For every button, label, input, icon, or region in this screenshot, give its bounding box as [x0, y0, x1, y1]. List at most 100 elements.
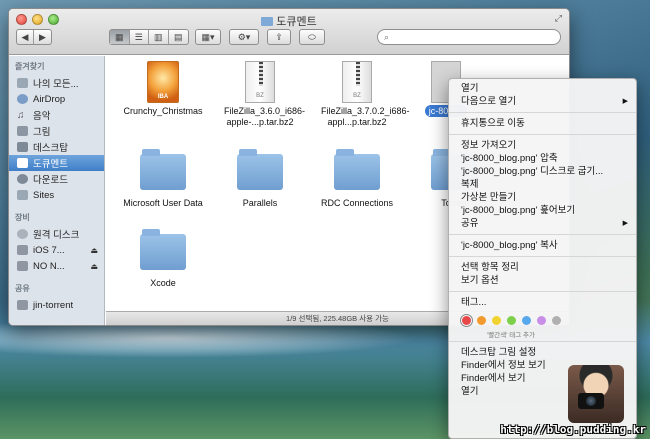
menu-item-set-desktop-picture[interactable]: 데스크탑 그림 설정 — [449, 346, 636, 359]
tag-orange-icon[interactable] — [477, 315, 486, 325]
archive-file-icon: BZ — [245, 61, 275, 103]
nav-buttons: ◀ ▶ — [16, 29, 52, 45]
folder-name: Parallels — [242, 198, 278, 208]
menu-item-label: 정보 가져오기 — [461, 140, 517, 151]
airdrop-icon — [17, 94, 28, 104]
file-item[interactable]: BZ FileZilla_3.7.0.2_i686-appl...p.tar.b… — [307, 61, 410, 128]
menu-item-open-with[interactable]: 다음으로 열기 ▶ — [449, 95, 636, 108]
sidebar-item-documents[interactable]: 도큐멘트 — [9, 155, 104, 171]
menu-item-label: 보기 옵션 — [461, 275, 499, 286]
eject-icon[interactable]: ⏏ — [90, 246, 98, 255]
menu-item-label: 'jc-8000_blog.png' 훑어보기 — [461, 205, 576, 216]
folder-item[interactable]: Microsoft User Data — [113, 149, 213, 208]
menu-item-label: 열기 — [461, 386, 479, 397]
menu-separator — [449, 291, 636, 292]
menu-item-compress[interactable]: 'jc-8000_blog.png' 압축 — [449, 152, 636, 165]
computer-icon — [17, 300, 28, 310]
download-icon — [17, 174, 28, 184]
menu-separator — [449, 256, 636, 257]
folder-item[interactable]: Parallels — [210, 149, 310, 208]
menu-item-label: 복제 — [461, 179, 479, 190]
sidebar-item-label: 나의 모든... — [33, 79, 79, 90]
forward-icon[interactable]: ▶ — [34, 30, 51, 44]
menu-item-quick-look[interactable]: 'jc-8000_blog.png' 훑어보기 — [449, 204, 636, 217]
sidebar-item-airdrop[interactable]: AirDrop — [9, 91, 104, 107]
tag-blue-icon[interactable] — [522, 315, 531, 325]
folder-icon — [140, 229, 186, 270]
menu-item-share[interactable]: 공유 ▶ — [449, 217, 636, 230]
file-type-label: BZ — [353, 93, 361, 99]
sidebar-item-music[interactable]: ♫ 음악 — [9, 107, 104, 123]
menu-item-duplicate[interactable]: 복제 — [449, 178, 636, 191]
folder-name: Microsoft User Data — [123, 198, 203, 208]
disc-icon — [17, 229, 28, 239]
folder-icon — [140, 149, 186, 190]
tag-gray-icon[interactable] — [552, 315, 561, 325]
tag-red-icon[interactable] — [460, 313, 473, 327]
desktop-icon — [17, 142, 28, 152]
menu-item-move-to-trash[interactable]: 휴지통으로 이동 — [449, 117, 636, 130]
file-item[interactable]: BZ FileZilla_3.6.0_i686-apple-...p.tar.b… — [210, 61, 310, 128]
column-view-icon[interactable]: ▥ — [149, 30, 169, 44]
view-mode-buttons: ▦ ☰ ▥ ▤ — [109, 29, 189, 45]
tag-icon: ⬭ — [308, 31, 316, 42]
file-item[interactable]: IBA Crunchy_Christmas — [113, 61, 213, 116]
sidebar: 즐겨찾기 나의 모든... AirDrop ♫ 음악 그림 데스크탑 도큐멘트 다… — [9, 56, 105, 325]
menu-item-view-options[interactable]: 보기 옵션 — [449, 274, 636, 287]
list-view-icon[interactable]: ☰ — [130, 30, 149, 44]
search-field[interactable]: ⌕ — [377, 29, 561, 45]
icon-view-icon[interactable]: ▦ — [110, 30, 130, 44]
back-icon[interactable]: ◀ — [17, 30, 35, 44]
sidebar-item-label: 도큐멘트 — [33, 159, 68, 170]
window-title-text: 도큐멘트 — [276, 16, 317, 28]
sidebar-item-label: 다운로드 — [33, 175, 68, 186]
file-name: FileZilla_3.6.0_i686-apple-...p.tar.bz2 — [224, 106, 306, 127]
menu-item-clean-up-selection[interactable]: 선택 항목 정리 — [449, 261, 636, 274]
folder-item[interactable]: Xcode — [113, 229, 213, 288]
menu-item-open[interactable]: 열기 — [449, 82, 636, 95]
sidebar-item-all-files[interactable]: 나의 모든... — [9, 75, 104, 91]
menu-item-label: 'jc-8000_blog.png' 복사 — [461, 240, 558, 251]
eject-icon[interactable]: ⏏ — [90, 262, 98, 271]
sidebar-item-no-name[interactable]: NO N... ⏏ — [9, 258, 104, 274]
sidebar-item-desktop[interactable]: 데스크탑 — [9, 139, 104, 155]
sidebar-item-label: AirDrop — [33, 93, 66, 105]
tag-green-icon[interactable] — [507, 315, 516, 325]
tag-hint: '빨간색' 태그 추가 — [487, 332, 535, 339]
share-button[interactable]: ⇪ — [267, 29, 291, 45]
sidebar-item-downloads[interactable]: 다운로드 — [9, 171, 104, 187]
sidebar-item-label: 원격 디스크 — [33, 230, 80, 241]
sidebar-item-pictures[interactable]: 그림 — [9, 123, 104, 139]
drive-icon — [17, 261, 28, 271]
folder-icon — [17, 190, 28, 200]
menu-item-make-alias[interactable]: 가상본 만들기 — [449, 191, 636, 204]
menu-item-label: 데스크탑 그림 설정 — [461, 347, 537, 358]
file-type-label: IBA — [157, 94, 169, 100]
action-button[interactable]: ⚙▾ — [229, 29, 259, 45]
arrange-button[interactable]: ▦▾ — [195, 29, 221, 45]
folder-name: Xcode — [150, 278, 176, 288]
coverflow-view-icon[interactable]: ▤ — [169, 30, 188, 44]
tag-purple-icon[interactable] — [537, 315, 546, 325]
tag-yellow-icon[interactable] — [492, 315, 501, 325]
gear-icon: ⚙▾ — [237, 31, 251, 42]
share-icon: ⇪ — [275, 31, 283, 42]
sidebar-item-ios[interactable]: iOS 7... ⏏ — [9, 242, 104, 258]
sidebar-item-label: 데스크탑 — [33, 143, 68, 154]
sidebar-item-jin-torrent[interactable]: jin-torrent — [9, 297, 104, 313]
menu-item-burn[interactable]: 'jc-8000_blog.png' 디스크로 굽기... — [449, 165, 636, 178]
folder-item[interactable]: RDC Connections — [307, 149, 407, 208]
menu-item-label: Finder에서 정보 보기 — [461, 360, 546, 371]
sidebar-item-remote-disc[interactable]: 원격 디스크 — [9, 226, 104, 242]
drive-icon — [17, 245, 28, 255]
menu-item-copy[interactable]: 'jc-8000_blog.png' 복사 — [449, 239, 636, 252]
document-icon — [17, 158, 28, 168]
fullscreen-icon[interactable]: ⤢ — [555, 13, 562, 24]
menu-item-label: 공유 — [461, 218, 479, 229]
camera-icon — [17, 126, 28, 136]
menu-item-tags[interactable]: 태그... — [449, 296, 636, 309]
sidebar-item-sites[interactable]: Sites — [9, 187, 104, 203]
tags-button[interactable]: ⬭ — [299, 29, 325, 45]
iba-file-icon: IBA — [147, 61, 179, 103]
menu-item-get-info[interactable]: 정보 가져오기 — [449, 139, 636, 152]
